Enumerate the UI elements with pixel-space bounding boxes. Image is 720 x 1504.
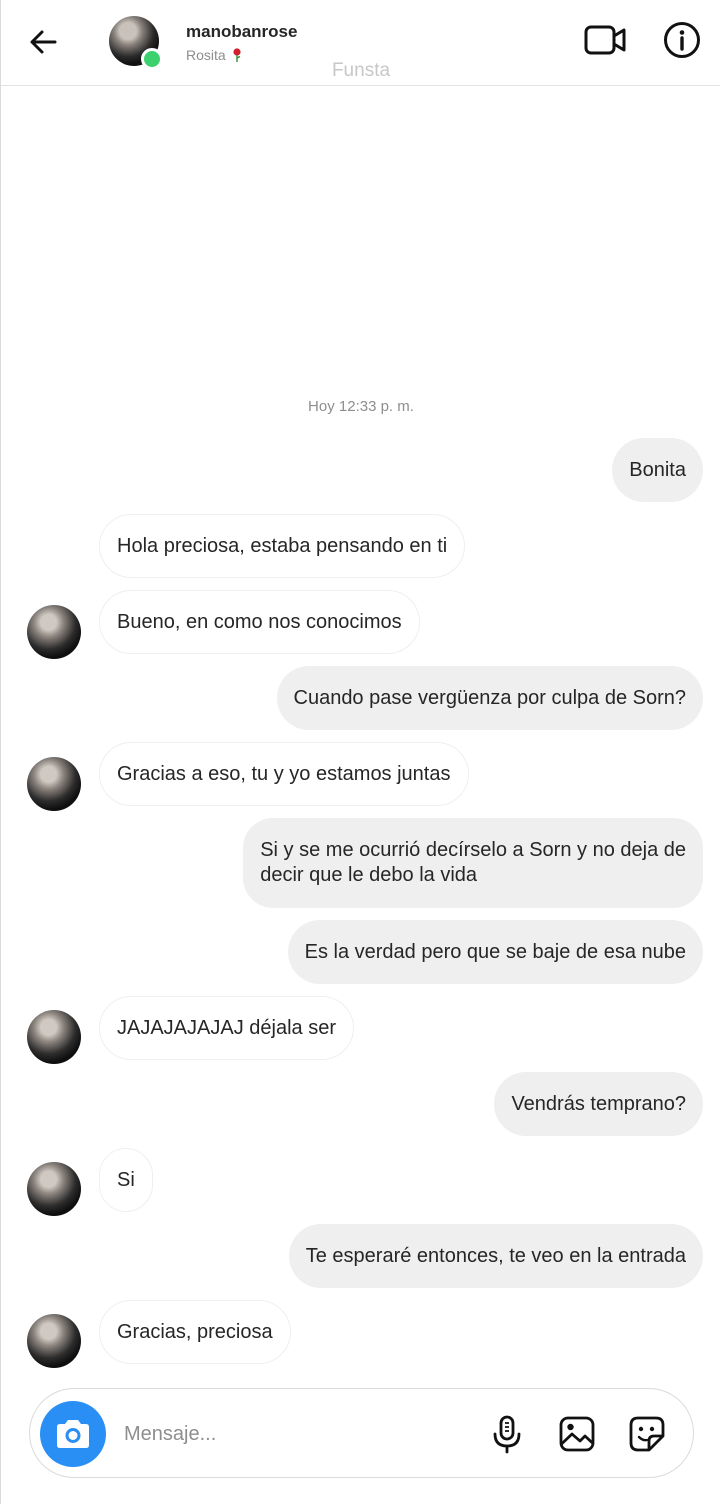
sender-avatar[interactable]: [27, 605, 81, 659]
sender-avatar[interactable]: [27, 1314, 81, 1368]
message-input[interactable]: [124, 1415, 374, 1453]
message-received[interactable]: Gracias a eso, tu y yo estamos juntas: [99, 742, 469, 806]
message-text: Cuando pase vergüenza por culpa de Sorn?: [293, 686, 687, 709]
chat-screen: manobanrose Rosita Funsta Hoy 12:33 p. m…: [0, 0, 720, 1504]
message-text: Es la verdad pero que se baje de esa nub…: [304, 940, 686, 963]
message-sent[interactable]: Si y se me ocurrió decírselo a Sorn y no…: [243, 818, 703, 908]
message-text: Gracias a eso, tu y yo estamos juntas: [117, 762, 451, 785]
chat-timestamp: Hoy 12:33 p. m.: [308, 398, 414, 415]
chat-header: manobanrose Rosita Funsta: [1, 0, 720, 86]
message-text: Vendrás temprano?: [511, 1092, 686, 1115]
message-text: Bueno, en como nos conocimos: [117, 610, 402, 633]
message-text-line: decir que le debo la vida: [260, 864, 478, 886]
message-received[interactable]: Hola preciosa, estaba pensando en ti: [99, 514, 466, 578]
message-text: Bonita: [629, 458, 686, 481]
camera-icon: [57, 1420, 89, 1448]
microphone-icon: [493, 1415, 521, 1454]
message-sent[interactable]: Cuando pase vergüenza por culpa de Sorn?: [276, 666, 703, 730]
message-received[interactable]: Gracias, preciosa: [99, 1300, 291, 1364]
sender-avatar[interactable]: [27, 1162, 81, 1216]
sticker-button[interactable]: [625, 1412, 669, 1456]
gallery-icon: [559, 1416, 595, 1452]
message-sent[interactable]: Es la verdad pero que se baje de esa nub…: [287, 920, 703, 984]
video-call-button[interactable]: [581, 18, 629, 62]
message-received[interactable]: Bueno, en como nos conocimos: [99, 590, 420, 654]
message-text: Hola preciosa, estaba pensando en ti: [117, 534, 448, 557]
watermark-text: Funsta: [331, 60, 391, 81]
message-received[interactable]: Si: [99, 1148, 153, 1212]
message-text: JAJAJAJAJAJ déjala ser: [117, 1016, 336, 1039]
voice-message-button[interactable]: [485, 1412, 529, 1456]
gallery-button[interactable]: [555, 1412, 599, 1456]
message-text-line: Si y se me ocurrió decírselo a Sorn y no…: [260, 839, 686, 861]
message-sent[interactable]: Vendrás temprano?: [494, 1072, 703, 1136]
info-button[interactable]: [660, 18, 704, 62]
message-sent[interactable]: Bonita: [612, 438, 703, 502]
sender-avatar[interactable]: [27, 757, 81, 811]
message-sent[interactable]: Te esperaré entonces, te veo en la entra…: [288, 1224, 703, 1288]
back-arrow-icon: [30, 30, 57, 54]
message-text: Gracias, preciosa: [117, 1320, 273, 1343]
camera-button[interactable]: [40, 1401, 106, 1467]
contact-username[interactable]: manobanrose: [186, 22, 297, 42]
message-composer: [29, 1388, 694, 1478]
message-received[interactable]: JAJAJAJAJAJ déjala ser: [99, 996, 354, 1060]
back-button[interactable]: [23, 22, 63, 62]
message-text: Te esperaré entonces, te veo en la entra…: [305, 1244, 686, 1267]
info-icon: [664, 22, 700, 58]
video-camera-icon: [584, 25, 626, 55]
sticker-icon: [629, 1416, 665, 1452]
sender-avatar[interactable]: [27, 1010, 81, 1064]
message-text: Si: [117, 1168, 135, 1191]
